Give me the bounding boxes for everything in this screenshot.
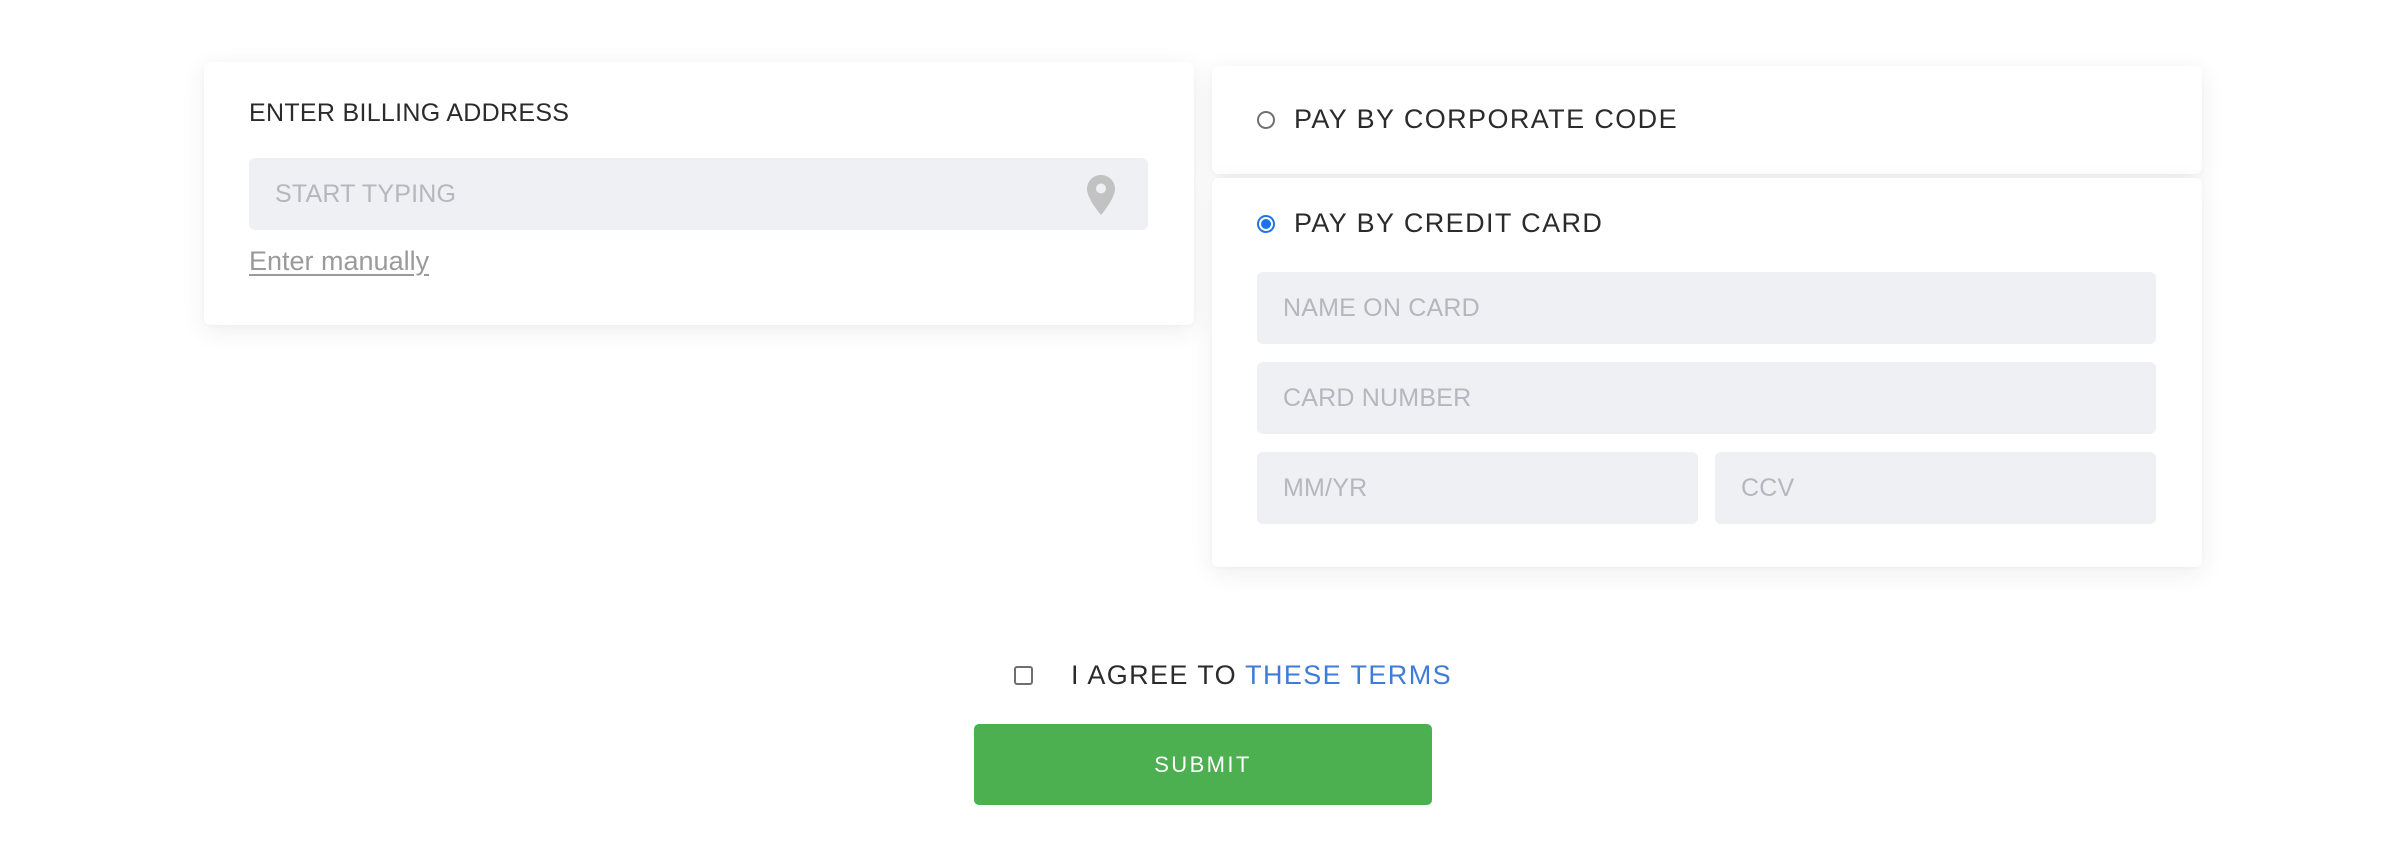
expiry-input[interactable]: [1257, 452, 1698, 524]
credit-card-option[interactable]: PAY BY CREDIT CARD: [1257, 208, 1603, 239]
corporate-code-card: PAY BY CORPORATE CODE: [1212, 66, 2202, 174]
corporate-code-option[interactable]: PAY BY CORPORATE CODE: [1257, 104, 1678, 135]
agree-terms-checkbox[interactable]: [1014, 666, 1033, 685]
billing-title: ENTER BILLING ADDRESS: [249, 99, 570, 127]
terms-agreement: I AGREE TO THESE TERMS: [1014, 660, 1452, 691]
ccv-input[interactable]: [1715, 452, 2156, 524]
credit-card-label: PAY BY CREDIT CARD: [1294, 208, 1604, 238]
credit-card-card: PAY BY CREDIT CARD: [1212, 178, 2202, 567]
submit-button[interactable]: SUBMIT: [974, 724, 1432, 805]
payment-page: ENTER BILLING ADDRESS Enter manually PAY…: [0, 0, 2404, 862]
enter-manually-link[interactable]: Enter manually: [249, 246, 429, 277]
corporate-code-label: PAY BY CORPORATE CODE: [1294, 104, 1678, 134]
address-search-input[interactable]: [249, 158, 1148, 230]
map-pin-icon[interactable]: [1087, 175, 1115, 215]
credit-card-radio[interactable]: [1257, 214, 1275, 233]
corporate-code-radio[interactable]: [1257, 110, 1275, 129]
name-on-card-input[interactable]: [1257, 272, 2156, 344]
terms-link[interactable]: THESE TERMS: [1245, 660, 1452, 691]
billing-address-card: ENTER BILLING ADDRESS Enter manually: [204, 62, 1194, 325]
agree-text: I AGREE TO: [1071, 660, 1238, 690]
card-number-input[interactable]: [1257, 362, 2156, 434]
